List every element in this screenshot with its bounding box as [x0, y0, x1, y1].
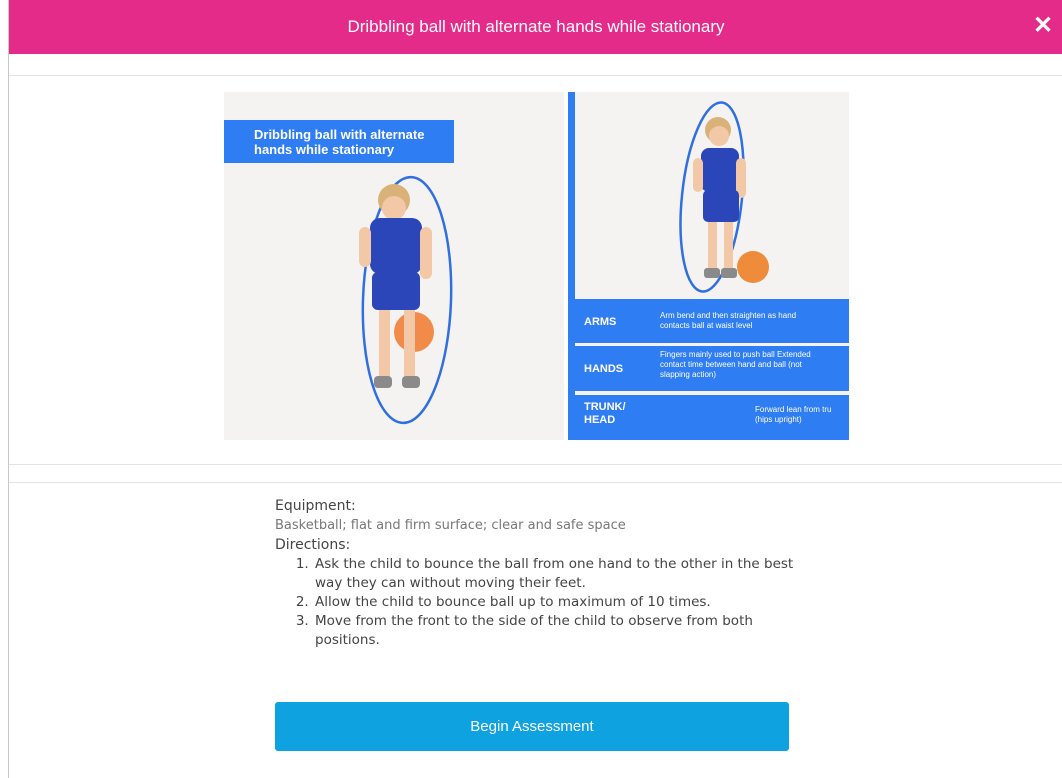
child-side-illustration — [679, 101, 769, 293]
cue-row-arms: ARMS Arm bend and then straighten as han… — [575, 299, 849, 343]
assessment-details: Equipment: Basketball; flat and firm sur… — [275, 498, 795, 650]
direction-item: Move from the front to the side of the c… — [313, 612, 795, 650]
cue-label: TRUNK/ HEAD — [584, 401, 626, 426]
begin-assessment-button[interactable]: Begin Assessment — [275, 702, 789, 751]
divider-top — [9, 75, 1062, 76]
equipment-text: Basketball; flat and firm surface; clear… — [275, 518, 626, 533]
cue-label: HANDS — [584, 363, 624, 375]
close-icon[interactable]: ✕ — [1031, 14, 1055, 38]
modal-header: Dribbling ball with alternate hands whil… — [9, 0, 1062, 54]
cue-row-hands: HANDS Fingers mainly used to push ball E… — [575, 346, 849, 391]
front-view-image: Dribbling ball with alternate hands whil… — [224, 92, 564, 440]
equipment-heading: Equipment: — [275, 498, 356, 514]
child-front-illustration — [359, 175, 453, 425]
direction-item: Ask the child to bounce the ball from on… — [313, 555, 795, 593]
divider-middle — [9, 464, 1062, 465]
cue-text: Fingers mainly used to push ball Extende… — [660, 350, 811, 379]
side-view-image: ARMS Arm bend and then straighten as han… — [568, 92, 849, 440]
cue-text: Forward lean from tru (hips upright) — [755, 405, 832, 424]
divider-middle-2 — [9, 482, 1062, 483]
cue-row-trunk-head: TRUNK/ HEAD Forward lean from tru (hips … — [575, 395, 849, 440]
modal: Dribbling ball with alternate hands whil… — [8, 0, 1062, 778]
directions-heading: Directions: — [275, 537, 351, 553]
cue-text: Arm bend and then straighten as hand con… — [660, 311, 797, 330]
direction-item: Allow the child to bounce ball up to max… — [313, 593, 795, 612]
modal-title: Dribbling ball with alternate hands whil… — [347, 17, 725, 36]
cue-label: ARMS — [584, 316, 617, 328]
directions-list: Ask the child to bounce the ball from on… — [275, 555, 795, 650]
